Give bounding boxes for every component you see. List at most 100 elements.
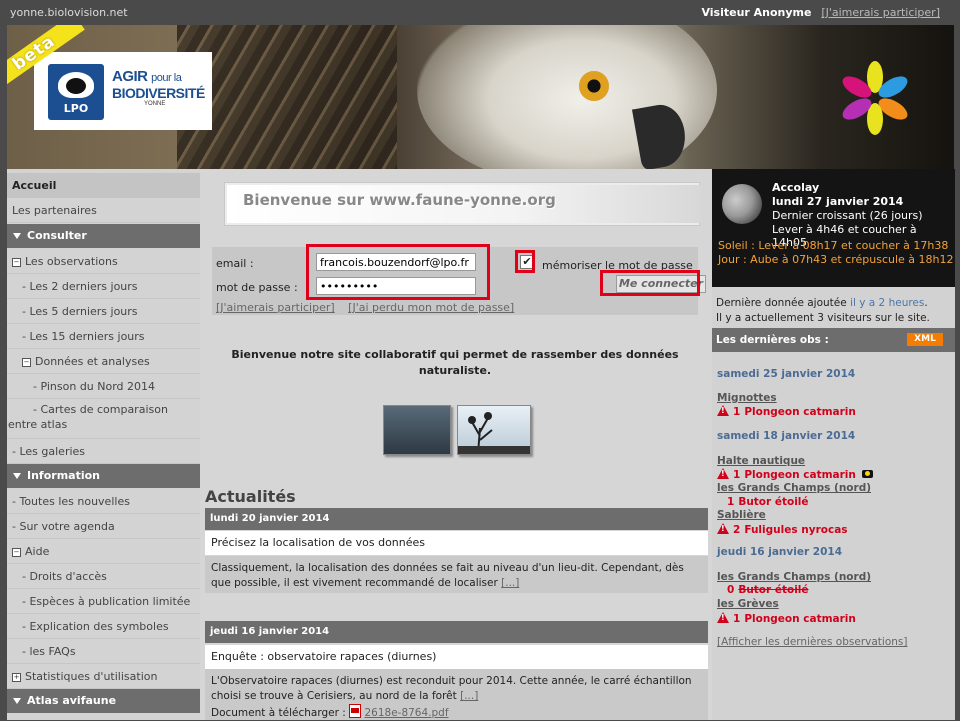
biolovision-flower-icon	[842, 61, 908, 135]
nav-all-news[interactable]: - Toutes les nouvelles	[7, 489, 200, 514]
nav-agenda[interactable]: - Sur votre agenda	[7, 514, 200, 539]
obs-date: samedi 18 janvier 2014	[717, 430, 856, 442]
sun-info: Soleil : Lever à 08h17 et coucher à 17h3…	[718, 239, 954, 267]
news-body: Classiquement, la localisation des donné…	[205, 556, 708, 593]
news-date: lundi 20 janvier 2014	[205, 508, 708, 530]
nav-cartes-line2[interactable]: entre atlas	[7, 415, 200, 439]
nav-symbols[interactable]: - Explication des symboles	[7, 614, 200, 639]
highlight-remember	[515, 250, 535, 273]
obs-species: Fuligules nyrocas	[744, 524, 848, 536]
lpo-text: LPO	[63, 102, 89, 115]
left-navigation: Accueil Les partenaires Consulter − Les o…	[7, 169, 200, 720]
highlight-login-button	[600, 270, 700, 296]
top-bar: yonne.biolovision.net Visiteur Anonyme […	[0, 0, 960, 25]
obs-count: 0	[727, 584, 735, 596]
obs-count: 1	[733, 406, 741, 418]
obs-species: Plongeon catmarin	[744, 469, 856, 481]
lost-password-link[interactable]: [J'ai perdu mon mot de passe]	[348, 301, 514, 314]
triangle-down-icon	[13, 473, 21, 479]
yonne-word: YONNE	[144, 101, 166, 107]
last-data-link[interactable]: il y a 2 heures	[850, 297, 924, 309]
obs-entry[interactable]: 1Plongeon catmarin	[717, 612, 856, 625]
nav-limited-species[interactable]: - Espèces à publication limitée	[7, 589, 200, 614]
obs-species: Butor étoilé	[738, 584, 809, 596]
read-more-link[interactable]: [...]	[501, 577, 519, 589]
latest-obs-title: Les dernières obs :	[716, 334, 829, 346]
latest-obs-header: Les dernières obs : XML	[712, 328, 955, 352]
obs-location[interactable]: Sablière	[717, 509, 766, 521]
nav-partners[interactable]: Les partenaires	[7, 198, 200, 223]
nav-section-label: Atlas avifaune	[27, 694, 117, 707]
nav-stats[interactable]: + Statistiques d'utilisation	[7, 664, 200, 689]
camera-icon[interactable]	[861, 470, 873, 478]
header-banner: LPO AGIR pour la BIODIVERSITÉ YONNE beta	[7, 25, 954, 169]
read-more-link[interactable]: [...]	[460, 690, 478, 702]
intro-text: Bienvenue notre site collaboratif qui pe…	[231, 348, 679, 377]
news-title[interactable]: Enquête : observatoire rapaces (diurnes)	[205, 645, 708, 669]
show-last-observations-link[interactable]: [Afficher les dernières observations]	[717, 636, 907, 648]
obs-species: Plongeon catmarin	[744, 613, 856, 625]
obs-date: samedi 25 janvier 2014	[717, 368, 856, 380]
news-title[interactable]: Précisez la localisation de vos données	[205, 531, 708, 555]
triangle-down-icon	[13, 698, 21, 704]
nav-section-information[interactable]: Information	[7, 464, 200, 488]
triangle-down-icon	[13, 233, 21, 239]
nav-galleries[interactable]: - Les galeries	[7, 439, 200, 464]
participate-link[interactable]: [J'aimerais participer]	[216, 301, 335, 314]
nav-section-label: Information	[27, 469, 100, 482]
email-label: email :	[216, 257, 254, 270]
password-label: mot de passe :	[216, 281, 298, 294]
nav-last-5-days[interactable]: - Les 5 derniers jours	[7, 299, 200, 324]
obs-location[interactable]: Halte nautique	[717, 455, 805, 467]
xml-feed-button[interactable]: XML	[907, 333, 943, 346]
nav-data-analysis[interactable]: − Données et analyses	[7, 349, 200, 374]
obs-entry[interactable]: 1Plongeon catmarin	[717, 468, 873, 481]
news-body: L'Observatoire rapaces (diurnes) est rec…	[205, 669, 708, 720]
expand-icon: +	[12, 672, 21, 682]
news-heading: Actualités	[205, 487, 296, 506]
nav-access-rights[interactable]: - Droits d'accès	[7, 564, 200, 589]
nav-section-consulter[interactable]: Consulter	[7, 224, 200, 248]
nav-home[interactable]: Accueil	[7, 173, 200, 198]
moon-phase: Dernier croissant (26 jours)	[772, 209, 923, 222]
right-sidebar: Accolay lundi 27 janvier 2014 Dernier cr…	[712, 169, 955, 720]
gallery-thumbnail-2[interactable]	[457, 405, 531, 455]
obs-entry[interactable]: 2Fuligules nyrocas	[717, 523, 848, 536]
nav-last-15-days[interactable]: - Les 15 derniers jours	[7, 324, 200, 349]
warning-icon	[717, 523, 729, 534]
collapse-icon: −	[12, 257, 21, 267]
warning-icon	[717, 405, 729, 416]
obs-entry[interactable]: 0 Butor étoilé	[717, 584, 809, 596]
gallery-thumbnail-1[interactable]	[383, 405, 451, 455]
participate-link[interactable]: [J'aimerais participer]	[821, 6, 940, 19]
site-url: yonne.biolovision.net	[10, 6, 128, 19]
lpo-logo[interactable]: LPO AGIR pour la BIODIVERSITÉ YONNE	[34, 52, 212, 130]
ephemeris-date: lundi 27 janvier 2014	[772, 195, 904, 208]
nav-faqs[interactable]: - les FAQs	[7, 639, 200, 664]
nav-pinson[interactable]: - Pinson du Nord 2014	[7, 374, 200, 399]
news-text: L'Observatoire rapaces (diurnes) est rec…	[211, 675, 692, 702]
day-dawn-dusk: Jour : Aube à 07h43 et crépuscule à 18h1…	[718, 253, 954, 266]
obs-entry[interactable]: 1 Butor étoilé	[717, 496, 809, 508]
obs-count: 1	[727, 496, 735, 508]
last-data-label: Dernière donnée ajoutée	[716, 297, 847, 309]
pdf-download-link[interactable]: 2618e-8764.pdf	[364, 707, 448, 719]
nav-last-2-days[interactable]: - Les 2 derniers jours	[7, 274, 200, 299]
download-label: Document à télécharger :	[211, 707, 346, 719]
nav-help[interactable]: − Aide	[7, 539, 200, 564]
obs-location[interactable]: les Grands Champs (nord)	[717, 571, 871, 583]
nav-observations[interactable]: − Les observations	[7, 249, 200, 274]
welcome-banner: Bienvenue sur www.faune-yonne.org	[224, 182, 700, 226]
login-links: [J'aimerais participer] [J'ai perdu mon …	[216, 301, 524, 314]
warning-icon	[717, 612, 729, 623]
obs-entry[interactable]: 1Plongeon catmarin	[717, 405, 856, 418]
obs-location[interactable]: les Grands Champs (nord)	[717, 482, 871, 494]
obs-location[interactable]: les Grèves	[717, 598, 779, 610]
obs-location[interactable]: Mignottes	[717, 392, 777, 404]
nav-label: Données et analyses	[35, 355, 150, 368]
main-content: Bienvenue sur www.faune-yonne.org email …	[200, 169, 712, 720]
obs-count: 1	[733, 469, 741, 481]
nav-label: Statistiques d'utilisation	[25, 670, 158, 683]
lpo-puffin-icon: LPO	[48, 64, 104, 120]
nav-section-atlas[interactable]: Atlas avifaune	[7, 689, 200, 713]
